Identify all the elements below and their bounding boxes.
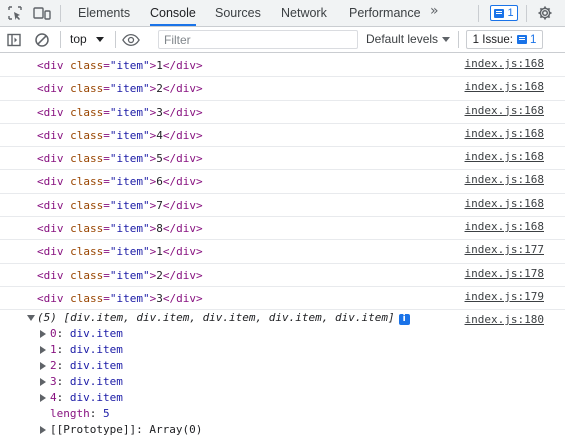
console-message-list: <div class="item">1</div> index.js:168 <di… [0, 54, 565, 311]
toolbar-divider [458, 31, 459, 48]
log-text: <div class="item">3</div> [37, 105, 203, 119]
array-summary: (5) [div.item, div.item, div.item, div.i… [37, 311, 410, 326]
tab-performance[interactable]: Performance [349, 0, 421, 26]
source-link[interactable]: index.js:168 [465, 173, 544, 186]
source-link[interactable]: index.js:168 [465, 104, 544, 117]
messages-count: 1 [507, 7, 514, 19]
console-message: <div class="item">2</div> index.js:178 [0, 264, 565, 287]
array-entry[interactable]: 3: div.item [0, 375, 565, 391]
source-link[interactable]: index.js:168 [465, 127, 544, 140]
chevron-down-icon [95, 37, 104, 42]
log-levels-dropdown[interactable]: Default levels [366, 32, 451, 46]
tab-network[interactable]: Network [281, 0, 327, 26]
chevron-down-icon [442, 37, 451, 42]
log-text: <div class="item">5</div> [37, 152, 203, 166]
context-label: top [70, 32, 87, 46]
message-icon [494, 8, 505, 18]
tab-elements[interactable]: Elements [78, 0, 130, 26]
device-toolbar-icon[interactable] [33, 4, 51, 22]
log-text: <div class="item">2</div> [37, 82, 203, 96]
array-entry[interactable]: 1: div.item [0, 343, 565, 359]
log-levels-label: Default levels [366, 32, 439, 46]
settings-gear-icon[interactable] [536, 4, 554, 22]
expand-triangle-icon[interactable] [27, 315, 35, 322]
console-message: <div class="item">5</div> index.js:168 [0, 147, 565, 171]
array-log-group: (5) [div.item, div.item, div.item, div.i… [0, 310, 565, 439]
source-link[interactable]: index.js:168 [465, 220, 544, 233]
issues-button[interactable]: 1 Issue: 1 [466, 30, 543, 49]
more-tabs-icon[interactable]: » [430, 3, 438, 19]
log-text: <div class="item">4</div> [37, 128, 203, 142]
expand-arrow-icon[interactable] [40, 346, 46, 355]
source-link[interactable]: index.js:179 [465, 290, 544, 303]
console-message: <div class="item">2</div> index.js:168 [0, 77, 565, 101]
array-entries: 0: div.item 1: div.item 2: div.item 3: div.… [0, 327, 565, 407]
array-summary-row[interactable]: (5) [div.item, div.item, div.item, div.i… [0, 310, 565, 327]
expand-arrow-icon[interactable] [40, 330, 46, 339]
console-output: <div class="item">1</div> index.js:168 <di… [0, 54, 565, 448]
expand-arrow-icon[interactable] [40, 426, 46, 435]
log-text: <div class="item">8</div> [37, 222, 203, 236]
source-link[interactable]: index.js:168 [465, 197, 544, 210]
issues-label: 1 Issue: [472, 33, 513, 46]
source-link[interactable]: index.js:178 [465, 267, 544, 280]
console-message: <div class="item">4</div> index.js:168 [0, 124, 565, 148]
issues-count: 1 [516, 33, 537, 46]
array-entry[interactable]: 0: div.item [0, 327, 565, 343]
clear-console-icon[interactable] [33, 31, 51, 49]
console-message: <div class="item">3</div> index.js:168 [0, 101, 565, 124]
array-entry[interactable]: 2: div.item [0, 359, 565, 375]
log-text: <div class="item">3</div> [37, 291, 203, 305]
tab-console[interactable]: Console [150, 0, 196, 26]
filter-input[interactable] [158, 30, 358, 49]
log-text: <div class="item">2</div> [37, 268, 203, 282]
expand-arrow-icon[interactable] [40, 378, 46, 387]
tabbar-divider [60, 5, 61, 22]
info-icon[interactable]: i [398, 314, 410, 326]
length-value: 5 [103, 407, 110, 421]
console-message: <div class="item">7</div> index.js:168 [0, 194, 565, 218]
expand-arrow-icon[interactable] [40, 394, 46, 403]
expand-arrow-icon[interactable] [40, 362, 46, 371]
length-key: length [50, 407, 90, 421]
devtools-tabbar: Elements Console Sources Network Perform… [0, 0, 565, 27]
source-link[interactable]: index.js:168 [465, 150, 544, 163]
console-toolbar: top Default levels 1 Issue: 1 [0, 27, 565, 53]
context-selector[interactable]: top [70, 32, 104, 46]
console-message: <div class="item">8</div> index.js:168 [0, 217, 565, 241]
log-text: <div class="item">1</div> [37, 59, 203, 72]
tab-sources[interactable]: Sources [215, 0, 261, 26]
source-link[interactable]: index.js:168 [465, 80, 544, 93]
toolbar-divider [115, 31, 116, 48]
live-expression-eye-icon[interactable] [122, 31, 140, 49]
prototype-row[interactable]: [[Prototype]]: Array(0) [0, 423, 565, 439]
array-entry[interactable]: 4: div.item [0, 391, 565, 407]
log-text: <div class="item">1</div> [37, 245, 203, 259]
issues-count-value: 1 [529, 33, 537, 46]
console-message: <div class="item">6</div> index.js:168 [0, 170, 565, 194]
source-link[interactable]: index.js:168 [465, 57, 544, 70]
log-text: <div class="item">7</div> [37, 198, 203, 212]
prototype-label: [[Prototype]]: Array(0) [50, 423, 203, 437]
tabbar-divider [478, 5, 479, 22]
toolbar-divider [60, 31, 61, 48]
source-link[interactable]: index.js:180 [465, 313, 544, 326]
issue-message-icon [516, 35, 527, 44]
log-text: <div class="item">6</div> [37, 175, 203, 189]
array-length-row: length: 5 [50, 407, 110, 421]
show-sidebar-icon[interactable] [5, 31, 23, 49]
console-message: <div class="item">3</div> index.js:179 [0, 287, 565, 311]
inspect-element-icon[interactable] [6, 4, 24, 22]
messages-badge[interactable]: 1 [490, 5, 518, 21]
tabbar-divider [526, 5, 527, 22]
console-message: <div class="item">1</div> index.js:177 [0, 240, 565, 264]
console-message: <div class="item">1</div> index.js:168 [0, 54, 565, 78]
source-link[interactable]: index.js:177 [465, 243, 544, 256]
